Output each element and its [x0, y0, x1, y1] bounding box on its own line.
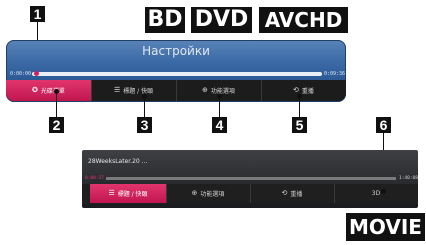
movie-title: 28WeeksLater.20 ... [88, 158, 148, 165]
menu-item-label: 3D [371, 190, 381, 197]
title-list-icon: ☰ [113, 86, 121, 94]
time-total: 0:09:36 [324, 71, 346, 77]
dvd-tag: DVD [191, 7, 252, 33]
option-icon: ⊕ [191, 189, 198, 197]
menu-item-label: 重播 [301, 88, 314, 95]
callout-4-leader [219, 96, 220, 117]
progress-bar[interactable] [32, 72, 322, 76]
time-elapsed: 0:00:00 [10, 71, 32, 77]
panel-title: Настройки [142, 44, 210, 58]
callout-3-leader [144, 96, 145, 117]
movie-menu-item-3d[interactable]: 3D [334, 184, 418, 203]
progress-marker [34, 71, 39, 76]
menu-item-disc-menu[interactable]: ✪ 光碟選單 [6, 80, 92, 101]
menu-item-label: 重播 [290, 191, 303, 198]
callout-6: 6 [376, 117, 391, 133]
title-list-icon: ☰ [108, 189, 115, 197]
repeat-icon: ⟲ [293, 86, 299, 94]
callout-2: 2 [49, 117, 64, 133]
movie-tag: MOVIE [346, 213, 425, 241]
menu-item-label: 標題 / 快頤 [123, 88, 154, 95]
movie-time-elapsed: 0:00:37 [85, 176, 104, 181]
movie-menu-bar: ☰ 標題 / 快頤 ⊕ 功能選項 ⟲ 重播 3D [82, 184, 418, 203]
menu-item-title-chapter[interactable]: ☰ 標題 / 快頤 [91, 80, 177, 101]
callout-6-marker [381, 189, 386, 194]
callout-5-leader [299, 96, 300, 117]
callout-3: 3 [137, 117, 152, 133]
movie-menu-item-repeat[interactable]: ⟲ 重播 [250, 184, 335, 203]
menu-item-label: 功能選項 [200, 191, 225, 198]
movie-time-total: 1:40:08 [399, 176, 418, 181]
menu-item-label: 功能選項 [210, 88, 235, 95]
bd-tag: BD [145, 7, 185, 33]
avchd-tag: AVCHD [259, 7, 348, 33]
disc-menu-icon: ✪ [32, 86, 38, 94]
menu-item-label: 標題 / 快頤 [117, 191, 148, 198]
callout-4: 4 [212, 117, 227, 133]
option-icon: ⊕ [202, 86, 208, 94]
menu-item-label: 光碟選單 [40, 88, 65, 95]
movie-menu-item-title-chapter[interactable]: ☰ 標題 / 快頤 [90, 184, 167, 203]
repeat-icon: ⟲ [281, 189, 288, 197]
movie-menu-item-option[interactable]: ⊕ 功能選項 [166, 184, 251, 203]
callout-5: 5 [292, 117, 307, 133]
menu-item-repeat[interactable]: ⟲ 重播 [261, 80, 346, 101]
movie-progress-bar[interactable] [106, 177, 396, 180]
callout-1: 1 [30, 6, 45, 22]
callout-2-leader [56, 91, 57, 117]
